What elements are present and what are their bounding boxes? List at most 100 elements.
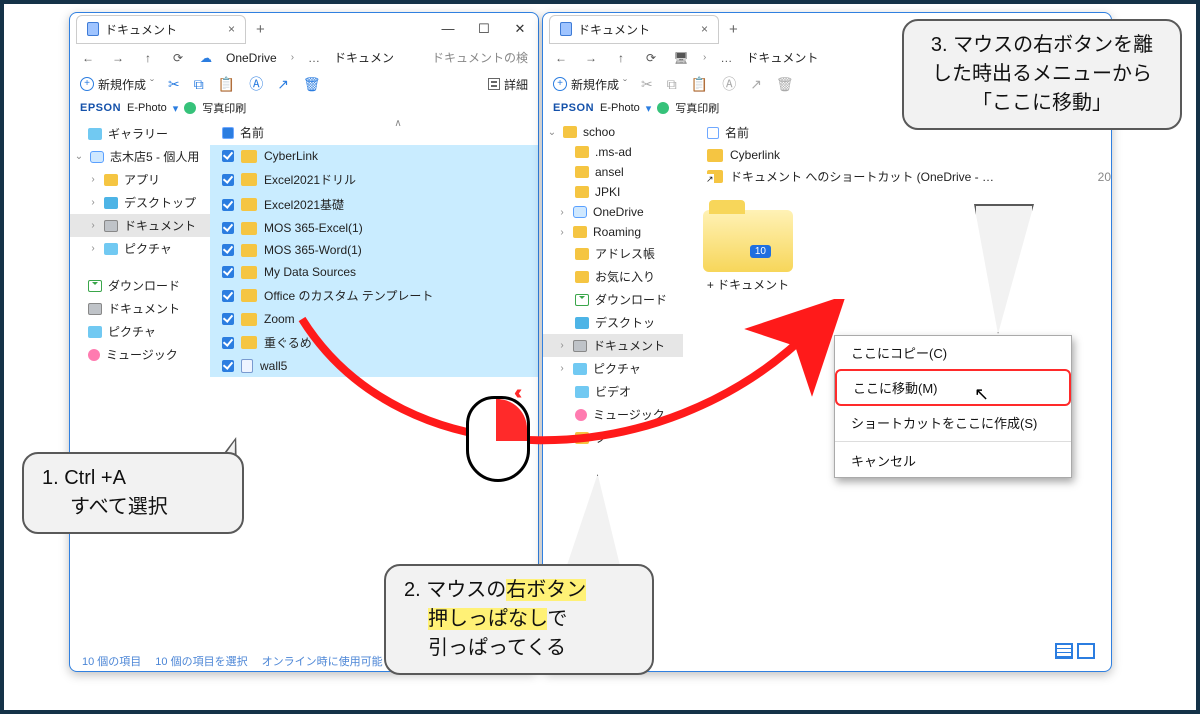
rename-icon[interactable]: Ⓐ [722, 74, 736, 94]
tab-title: ドキュメント [578, 21, 650, 38]
breadcrumb-ellipsis[interactable]: … [720, 51, 732, 65]
file-row[interactable]: MOS 365-Excel(1) [210, 217, 538, 239]
epson-brand: EPSON [80, 102, 121, 114]
forward-icon[interactable]: → [583, 51, 599, 65]
sidebar-pictures[interactable]: ›ピクチャ [543, 357, 683, 380]
sidebar-msad[interactable]: .ms-ad [543, 142, 683, 162]
cut-icon[interactable]: ✂ [641, 76, 653, 93]
tab-documents[interactable]: ドキュメント × [549, 15, 719, 44]
new-button[interactable]: +新規作成 ˇ [553, 76, 627, 93]
sidebar-documents2[interactable]: ドキュメント [70, 297, 210, 320]
list-view-icon[interactable] [1055, 643, 1073, 659]
paste-icon[interactable]: 📋 [691, 76, 708, 93]
copy-icon[interactable]: ⧉ [194, 76, 204, 93]
tab-title: ドキュメント [105, 21, 177, 38]
breadcrumb-ellipsis[interactable]: … [308, 51, 320, 65]
share-icon[interactable]: ↗ [750, 76, 762, 93]
breadcrumb-onedrive[interactable]: OneDrive [226, 51, 277, 65]
sidebar-pictures[interactable]: ›ピクチャ [70, 237, 210, 260]
sidebar-jpki[interactable]: JPKI [543, 182, 683, 202]
tab-close-icon[interactable]: × [701, 22, 708, 36]
up-icon[interactable]: ↑ [140, 51, 156, 65]
sidebar: ギャラリー ⌄志木店5 - 個人用 ›アプリ ›デスクトップ ›ドキュメント ›… [70, 120, 210, 651]
cut-icon[interactable]: ✂ [168, 76, 180, 93]
epson-print[interactable]: 写真印刷 [202, 100, 246, 116]
callout-step1: 1. Ctrl +A すべて選択 [22, 452, 244, 534]
sidebar-roaming[interactable]: ›Roaming [543, 222, 683, 242]
file-row[interactable]: 重ぐるめ [210, 330, 538, 355]
column-header[interactable]: 名前 ∧ [210, 120, 538, 145]
pc-icon[interactable]: 🖥 [673, 51, 689, 65]
file-row[interactable]: wall5 [210, 355, 538, 377]
sidebar-downloads[interactable]: ダウンロード [70, 274, 210, 297]
tab-add-button[interactable]: + [719, 21, 748, 38]
tab-close-icon[interactable]: × [228, 22, 235, 36]
file-row[interactable]: CyberLink [210, 145, 538, 167]
file-row[interactable]: MOS 365-Word(1) [210, 239, 538, 261]
menu-copy-here[interactable]: ここにコピー(C) [835, 336, 1071, 369]
sidebar-schoo[interactable]: ⌄schoo [543, 122, 683, 142]
cloud-icon: ☁ [200, 51, 212, 65]
sidebar-music[interactable]: ミュージック [70, 343, 210, 366]
sidebar-desktop[interactable]: デスクトッ [543, 311, 683, 334]
sidebar-documents[interactable]: ›ドキュメント [543, 334, 683, 357]
status-count: 10 個の項目 [82, 653, 141, 669]
file-row[interactable]: Cyberlink [707, 145, 1111, 165]
file-row[interactable]: ドキュメント へのショートカット (OneDrive - …20 [707, 165, 1111, 188]
drop-caption: + ドキュメント [693, 276, 803, 293]
epson-app: E-Photo [127, 102, 167, 114]
drop-target-folder[interactable]: 10 + ドキュメント [693, 210, 803, 293]
menu-move-here[interactable]: ここに移動(M) [835, 369, 1071, 406]
delete-icon[interactable]: 🗑 [776, 76, 794, 93]
file-row[interactable]: My Data Sources [210, 261, 538, 283]
copy-icon[interactable]: ⧉ [667, 76, 677, 93]
maximize-button[interactable]: ☐ [466, 21, 502, 37]
sidebar-account[interactable]: ⌄志木店5 - 個人用 [70, 145, 210, 168]
sidebar-documents[interactable]: ›ドキュメント [70, 214, 210, 237]
sidebar-link[interactable]: ク [543, 426, 683, 449]
view-toggle[interactable] [1055, 643, 1095, 659]
column-name[interactable]: 名前 [725, 124, 749, 141]
select-all-checkbox[interactable] [222, 127, 234, 139]
sidebar-video[interactable]: ビデオ [543, 380, 683, 403]
view-detail-button[interactable]: 詳細 [488, 76, 528, 93]
tab-documents[interactable]: ドキュメント × [76, 15, 246, 44]
file-row[interactable]: Excel2021基礎 [210, 192, 538, 217]
tab-add-button[interactable]: + [246, 21, 275, 38]
sidebar-desktop[interactable]: ›デスクトップ [70, 191, 210, 214]
breadcrumb-doc[interactable]: ドキュメン [334, 49, 394, 66]
sidebar-ansel[interactable]: ansel [543, 162, 683, 182]
refresh-icon[interactable]: ⟳ [170, 51, 186, 65]
sidebar-pictures2[interactable]: ピクチャ [70, 320, 210, 343]
menu-shortcut-here[interactable]: ショートカットをここに作成(S) [835, 406, 1071, 439]
column-name[interactable]: 名前 [240, 124, 264, 141]
file-row[interactable]: Office のカスタム テンプレート [210, 283, 538, 308]
search-placeholder[interactable]: ドキュメントの検 [432, 49, 528, 66]
refresh-icon[interactable]: ⟳ [643, 51, 659, 65]
sidebar-gallery[interactable]: ギャラリー [70, 122, 210, 145]
sidebar-address[interactable]: アドレス帳 [543, 242, 683, 265]
up-icon[interactable]: ↑ [613, 51, 629, 65]
new-button[interactable]: +新規作成 ˇ [80, 76, 154, 93]
sidebar-downloads[interactable]: ダウンロード [543, 288, 683, 311]
grid-view-icon[interactable] [1077, 643, 1095, 659]
rename-icon[interactable]: Ⓐ [249, 74, 263, 94]
share-icon[interactable]: ↗ [277, 76, 289, 93]
sidebar-fav[interactable]: お気に入り [543, 265, 683, 288]
back-icon[interactable]: ← [553, 51, 569, 65]
breadcrumb-doc[interactable]: ドキュメント [746, 49, 818, 66]
print-icon [657, 102, 669, 114]
menu-cancel[interactable]: キャンセル [835, 444, 1071, 477]
file-row[interactable]: Excel2021ドリル [210, 167, 538, 192]
delete-icon[interactable]: 🗑 [303, 76, 321, 93]
minimize-button[interactable]: — [430, 21, 466, 37]
sidebar-music[interactable]: ミュージック [543, 403, 683, 426]
paste-icon[interactable]: 📋 [218, 76, 235, 93]
forward-icon[interactable]: → [110, 51, 126, 65]
sidebar-onedrive[interactable]: ›OneDrive [543, 202, 683, 222]
back-icon[interactable]: ← [80, 51, 96, 65]
file-row[interactable]: Zoom [210, 308, 538, 330]
sidebar-apps[interactable]: ›アプリ [70, 168, 210, 191]
select-all-checkbox[interactable] [707, 127, 719, 139]
close-button[interactable]: ✕ [502, 21, 538, 37]
